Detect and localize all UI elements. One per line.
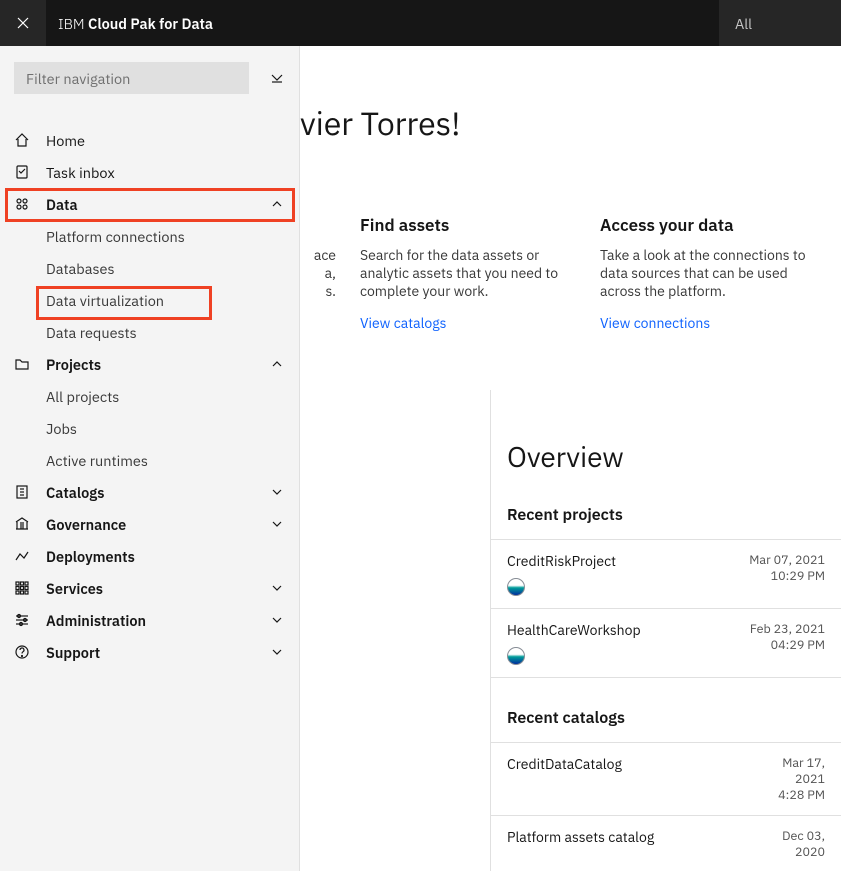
sidebar: Home Task inbox Data Platform connection… — [0, 46, 300, 871]
card-find-desc: Search for the data assets or analytic a… — [360, 246, 576, 301]
card-find-assets: Find assets Search for the data assets o… — [360, 214, 600, 333]
card-work-desc: ace a, s. — [300, 246, 336, 301]
nav-active-runtimes[interactable]: Active runtimes — [0, 444, 299, 476]
nav-data[interactable]: Data — [0, 188, 299, 220]
nav-task-inbox[interactable]: Task inbox — [0, 156, 299, 188]
projects-icon — [14, 356, 46, 372]
catalog-date: Mar 17,2021 — [778, 755, 825, 787]
overview-title: Overview — [491, 390, 841, 475]
nav-administration[interactable]: Administration — [0, 604, 299, 636]
catalog-name: Platform assets catalog — [507, 828, 654, 846]
nav-deployments-label: Deployments — [46, 547, 285, 566]
nav-governance-label: Governance — [46, 515, 269, 534]
project-date: Mar 07, 2021 — [749, 552, 825, 568]
nav-support-label: Support — [46, 643, 269, 662]
nav-data-label: Data — [46, 195, 269, 214]
catalogs-icon — [14, 484, 46, 500]
catalog-date: Dec 03,2020 — [782, 828, 825, 860]
project-time: 04:29 PM — [750, 637, 825, 653]
close-icon — [15, 15, 31, 31]
nav-home-label: Home — [46, 131, 285, 150]
search-scope-all[interactable]: All — [719, 0, 841, 46]
nav-catalogs-label: Catalogs — [46, 483, 269, 502]
overview-panel: Overview Recent projects CreditRiskProje… — [490, 390, 841, 871]
catalog-row[interactable]: Platform assets catalog Dec 03,2020 — [491, 816, 841, 871]
catalog-time: 4:28 PM — [778, 787, 825, 803]
view-catalogs-link[interactable]: View catalogs — [360, 314, 446, 332]
chevron-down-icon — [269, 484, 285, 500]
nav-support[interactable]: Support — [0, 636, 299, 668]
nav-jobs[interactable]: Jobs — [0, 412, 299, 444]
card-access-title: Access your data — [600, 214, 816, 236]
nav-catalogs[interactable]: Catalogs — [0, 476, 299, 508]
nav-projects[interactable]: Projects — [0, 348, 299, 380]
filter-navigation-input[interactable] — [14, 62, 249, 94]
chevron-down-icon — [269, 612, 285, 628]
nav-databases[interactable]: Databases — [0, 252, 299, 284]
project-name: CreditRiskProject — [507, 552, 616, 570]
data-icon — [14, 196, 46, 212]
project-row[interactable]: CreditRiskProject Mar 07, 2021 10:29 PM — [491, 540, 841, 609]
nav-projects-label: Projects — [46, 355, 269, 374]
nav-governance[interactable]: Governance — [0, 508, 299, 540]
project-date: Feb 23, 2021 — [750, 621, 825, 637]
card-work-clipped: ace a, s. — [300, 214, 360, 333]
nav-administration-label: Administration — [46, 611, 269, 630]
governance-icon — [14, 516, 46, 532]
brand-title: IBM Cloud Pak for Data — [46, 14, 213, 33]
home-icon — [14, 132, 46, 148]
nav-services[interactable]: Services — [0, 572, 299, 604]
project-name: HealthCareWorkshop — [507, 621, 641, 639]
chevron-down-icon — [269, 644, 285, 660]
chevron-down-icon — [269, 516, 285, 532]
task-inbox-icon — [14, 164, 46, 180]
card-find-title: Find assets — [360, 214, 576, 236]
project-time: 10:29 PM — [749, 568, 825, 584]
nav-home[interactable]: Home — [0, 124, 299, 156]
view-connections-link[interactable]: View connections — [600, 314, 710, 332]
nav-deployments[interactable]: Deployments — [0, 540, 299, 572]
top-bar: IBM Cloud Pak for Data All — [0, 0, 841, 46]
recent-catalogs-header: Recent catalogs — [491, 678, 841, 743]
support-icon — [14, 644, 46, 660]
nav-data-virtualization[interactable]: Data virtualization — [0, 284, 299, 316]
avatar-icon — [507, 647, 525, 665]
chevron-down-icon — [269, 580, 285, 596]
catalog-name: CreditDataCatalog — [507, 755, 622, 773]
chevron-up-icon — [269, 196, 285, 212]
avatar-icon — [507, 578, 525, 596]
nav-task-inbox-label: Task inbox — [46, 163, 285, 182]
nav: Home Task inbox Data Platform connection… — [0, 124, 299, 668]
nav-platform-connections[interactable]: Platform connections — [0, 220, 299, 252]
catalog-row[interactable]: CreditDataCatalog Mar 17,2021 4:28 PM — [491, 743, 841, 816]
quick-start-cards: ace a, s. Find assets Search for the dat… — [300, 214, 841, 333]
nav-all-projects[interactable]: All projects — [0, 380, 299, 412]
recent-projects-header: Recent projects — [491, 475, 841, 540]
services-icon — [14, 580, 46, 596]
nav-services-label: Services — [46, 579, 269, 598]
close-sidebar-button[interactable] — [0, 0, 46, 46]
chevron-up-icon — [269, 356, 285, 372]
card-work-title — [300, 214, 336, 236]
deployments-icon — [14, 548, 46, 564]
filter-row — [0, 46, 299, 110]
card-access-data: Access your data Take a look at the conn… — [600, 214, 840, 333]
card-access-desc: Take a look at the connections to data s… — [600, 246, 816, 301]
collapse-all-icon[interactable] — [269, 70, 285, 86]
brand-product: Cloud Pak for Data — [88, 14, 213, 33]
page-greeting: vier Torres! — [300, 102, 460, 144]
administration-icon — [14, 612, 46, 628]
brand-prefix: IBM — [58, 14, 88, 33]
project-row[interactable]: HealthCareWorkshop Feb 23, 2021 04:29 PM — [491, 609, 841, 678]
nav-data-requests[interactable]: Data requests — [0, 316, 299, 348]
